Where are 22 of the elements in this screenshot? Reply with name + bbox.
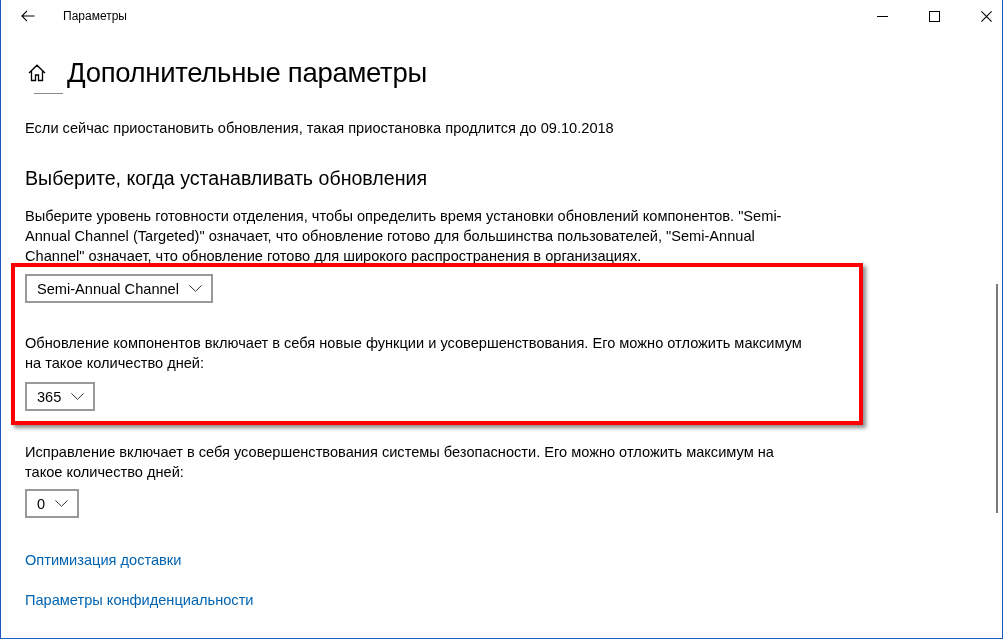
feature-updates-description: Обновление компонентов включает в себя новые функции и усовершенствования. Его можно отложить максимум на такое количество дней: xyxy=(25,334,803,373)
section-description: Выберите уровень готовности отделения, чтобы определить время установки обновлений компонентов. "Semi-Annual Channel (Targeted)" означает, что обновление готово для большинства пользователей, "Semi-Annual Channel" означает, что обновление готово для широкого распространения в организациях. xyxy=(25,207,783,266)
section-heading: Выберите, когда устанавливать обновления xyxy=(25,166,429,191)
home-icon xyxy=(28,64,46,82)
dropdown[interactable]: 0 xyxy=(25,489,80,518)
pause-note: Если сейчас приостановить обновления, такая приостановка продлится до 09.10.2018 xyxy=(25,119,615,138)
window-title: Параметры xyxy=(63,8,127,24)
home-button[interactable] xyxy=(27,63,47,83)
quality-updates-description: Исправление включает в себя усовершенствования системы безопасности. Его можно отложить максимум на такое количество дней: xyxy=(25,443,775,482)
chevron-down-icon xyxy=(71,393,85,400)
chevron-down-icon xyxy=(55,500,69,507)
link[interactable]: Параметры конфиденциальности xyxy=(25,590,254,610)
maximize-icon xyxy=(928,10,940,22)
page-title: Дополнительные параметры xyxy=(67,56,427,90)
scrollbar-thumb[interactable] xyxy=(996,284,998,513)
chevron-down-icon xyxy=(188,285,202,292)
dropdown[interactable]: 365 xyxy=(25,382,96,411)
close-icon xyxy=(980,10,992,22)
minimize-icon xyxy=(876,15,888,17)
dropdown[interactable]: Semi-Annual Channel xyxy=(25,274,213,303)
link[interactable]: Оптимизация доставки xyxy=(25,550,182,570)
back-arrow-icon xyxy=(21,10,35,22)
